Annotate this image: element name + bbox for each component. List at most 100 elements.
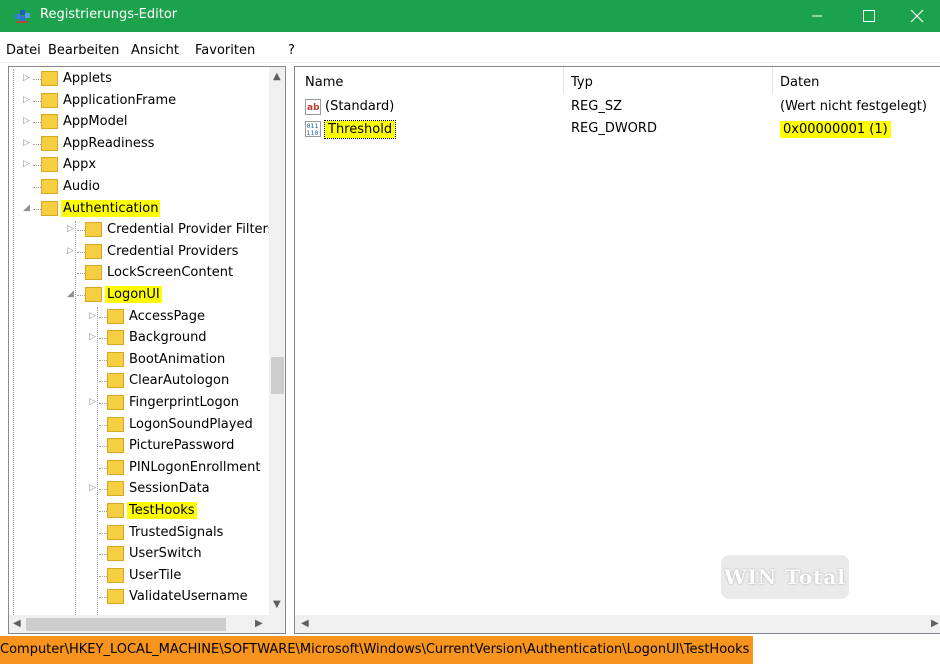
- tree-item-label[interactable]: ClearAutologon: [127, 372, 231, 389]
- tree-item-label[interactable]: BootAnimation: [127, 351, 227, 368]
- tree-item-label[interactable]: UserTile: [127, 567, 183, 584]
- tree-item-label[interactable]: Credential Provider Filters: [105, 221, 277, 238]
- value-data-cell: 0x00000001 (1): [780, 121, 891, 138]
- tree-connector: [99, 338, 107, 340]
- tree-item[interactable]: LockScreenContent: [9, 263, 267, 284]
- minimize-button[interactable]: [794, 0, 840, 32]
- tree-item-label[interactable]: LockScreenContent: [105, 264, 235, 281]
- value-row[interactable]: ab (Standard) REG_SZ (Wert nicht festgelegt…: [295, 97, 940, 117]
- close-button[interactable]: [894, 0, 940, 32]
- folder-icon: [107, 481, 124, 497]
- expand-arrow-icon[interactable]: ▷: [23, 94, 33, 106]
- scroll-right-icon[interactable]: ▶: [255, 618, 263, 629]
- tree-item-label[interactable]: LogonSoundPlayed: [127, 416, 255, 433]
- tree-item[interactable]: ▷ Credential Providers: [9, 242, 267, 263]
- values-list-pane[interactable]: Name Typ Daten ab (Standard) REG_SZ (Wert n…: [294, 66, 940, 634]
- expand-arrow-icon[interactable]: ▷: [23, 158, 33, 170]
- tree-item-label[interactable]: Audio: [61, 178, 102, 195]
- menu-favoriten[interactable]: Favoriten: [195, 43, 255, 58]
- value-row[interactable]: 011 110 Threshold REG_DWORD 0x00000001 (1): [295, 119, 940, 139]
- tree-vertical-scroll-thumb[interactable]: [271, 357, 284, 394]
- key-tree-pane[interactable]: ▷ Applets ▷ ApplicationFrame ▷ AppModel ▷ AppRe…: [8, 66, 286, 634]
- tree-item[interactable]: TrustedSignals: [9, 523, 267, 544]
- folder-icon: [41, 92, 58, 108]
- tree-item-label[interactable]: UserSwitch: [127, 545, 204, 562]
- tree-item[interactable]: ◢ LogonUI: [9, 285, 267, 306]
- tree-item-label[interactable]: LogonUI: [105, 286, 162, 303]
- tree-vertical-scrollbar[interactable]: ▲ ▼: [269, 67, 285, 615]
- tree-connector: [99, 554, 107, 556]
- tree-horizontal-scrollbar[interactable]: ◀ ▶: [9, 615, 285, 633]
- column-header-name[interactable]: Name: [305, 75, 343, 90]
- tree-item[interactable]: ▷ SessionData: [9, 479, 267, 500]
- tree-item-label[interactable]: Background: [127, 329, 209, 346]
- tree-item[interactable]: ▷ Applets: [9, 69, 267, 90]
- column-header-type[interactable]: Typ: [571, 75, 593, 90]
- tree-item-label[interactable]: Appx: [61, 156, 98, 173]
- tree-item[interactable]: ▷ AccessPage: [9, 307, 267, 328]
- tree-item-label[interactable]: AppModel: [61, 113, 129, 130]
- tree-item[interactable]: ▷ FingerprintLogon: [9, 393, 267, 414]
- tree-item-label[interactable]: TrustedSignals: [127, 524, 225, 541]
- tree-item-label[interactable]: ValidateUsername: [127, 588, 250, 605]
- folder-icon: [85, 265, 102, 281]
- tree-item[interactable]: ▷ Appx: [9, 155, 267, 176]
- expand-arrow-icon[interactable]: ▷: [23, 137, 33, 149]
- tree-item[interactable]: ClearAutologon: [9, 371, 267, 392]
- scroll-down-icon[interactable]: ▼: [273, 599, 281, 610]
- collapse-arrow-icon[interactable]: ◢: [23, 202, 33, 214]
- menu-help[interactable]: ?: [288, 43, 295, 58]
- tree-item[interactable]: ▷ AppReadiness: [9, 134, 267, 155]
- scroll-right-icon[interactable]: ▶: [931, 618, 939, 629]
- tree-item-label[interactable]: AccessPage: [127, 308, 207, 325]
- tree-item[interactable]: PINLogonEnrollment: [9, 458, 267, 479]
- tree-item[interactable]: UserTile: [9, 566, 267, 587]
- tree-connector: [99, 597, 107, 599]
- column-separator[interactable]: [772, 67, 773, 93]
- tree-item-label[interactable]: SessionData: [127, 480, 212, 497]
- tree-item-label[interactable]: ApplicationFrame: [61, 92, 178, 109]
- tree-item-label[interactable]: PINLogonEnrollment: [127, 459, 263, 476]
- column-header-data[interactable]: Daten: [780, 75, 819, 90]
- menu-datei[interactable]: Datei: [6, 43, 41, 58]
- scroll-up-icon[interactable]: ▲: [273, 71, 281, 82]
- tree-connector: [77, 295, 85, 297]
- tree-item[interactable]: UserSwitch: [9, 544, 267, 565]
- folder-icon: [85, 287, 102, 302]
- tree-item-label[interactable]: Applets: [61, 70, 114, 87]
- scroll-left-icon[interactable]: ◀: [13, 618, 21, 629]
- tree-item[interactable]: ▷ Background: [9, 328, 267, 349]
- tree-item[interactable]: Audio: [9, 177, 267, 198]
- string-value-icon: ab: [305, 99, 321, 115]
- tree-item[interactable]: ▷ Credential Provider Filters: [9, 220, 275, 241]
- value-type-cell: REG_SZ: [571, 99, 622, 114]
- binary-value-icon: 011 110: [305, 121, 321, 137]
- menu-ansicht[interactable]: Ansicht: [131, 43, 179, 58]
- list-horizontal-scrollbar[interactable]: ◀ ▶: [295, 615, 940, 633]
- expand-arrow-icon[interactable]: ▷: [23, 115, 33, 127]
- tree-item[interactable]: BootAnimation: [9, 350, 267, 371]
- title-bar[interactable]: Registrierungs-Editor: [0, 0, 940, 32]
- tree-item-label[interactable]: TestHooks: [127, 502, 197, 519]
- tree-item[interactable]: ▷ ApplicationFrame: [9, 91, 267, 112]
- expand-arrow-icon[interactable]: ▷: [23, 72, 33, 84]
- tree-connector: [99, 575, 107, 578]
- tree-horizontal-scroll-thumb[interactable]: [26, 618, 226, 631]
- tree-item-label[interactable]: FingerprintLogon: [127, 394, 241, 411]
- tree-item-label[interactable]: AppReadiness: [61, 135, 156, 152]
- tree-item[interactable]: ValidateUsername: [9, 587, 267, 608]
- tree-item-label[interactable]: PicturePassword: [127, 437, 236, 454]
- tree-item[interactable]: ◢ Authentication: [9, 199, 267, 220]
- scroll-left-icon[interactable]: ◀: [301, 618, 309, 629]
- menu-bearbeiten[interactable]: Bearbeiten: [48, 43, 119, 58]
- maximize-button[interactable]: [846, 0, 892, 32]
- tree-item[interactable]: PicturePassword: [9, 436, 267, 457]
- tree-item[interactable]: LogonSoundPlayed: [9, 415, 267, 436]
- menu-bar: Datei Bearbeiten Ansicht Favoriten ?: [0, 40, 940, 63]
- tree-item[interactable]: TestHooks: [9, 501, 267, 522]
- column-separator[interactable]: [563, 67, 564, 93]
- tree-item-label[interactable]: Authentication: [61, 199, 161, 217]
- tree-item-label[interactable]: Credential Providers: [105, 243, 240, 260]
- tree-item[interactable]: ▷ AppModel: [9, 112, 267, 133]
- tree-connector: [99, 489, 107, 491]
